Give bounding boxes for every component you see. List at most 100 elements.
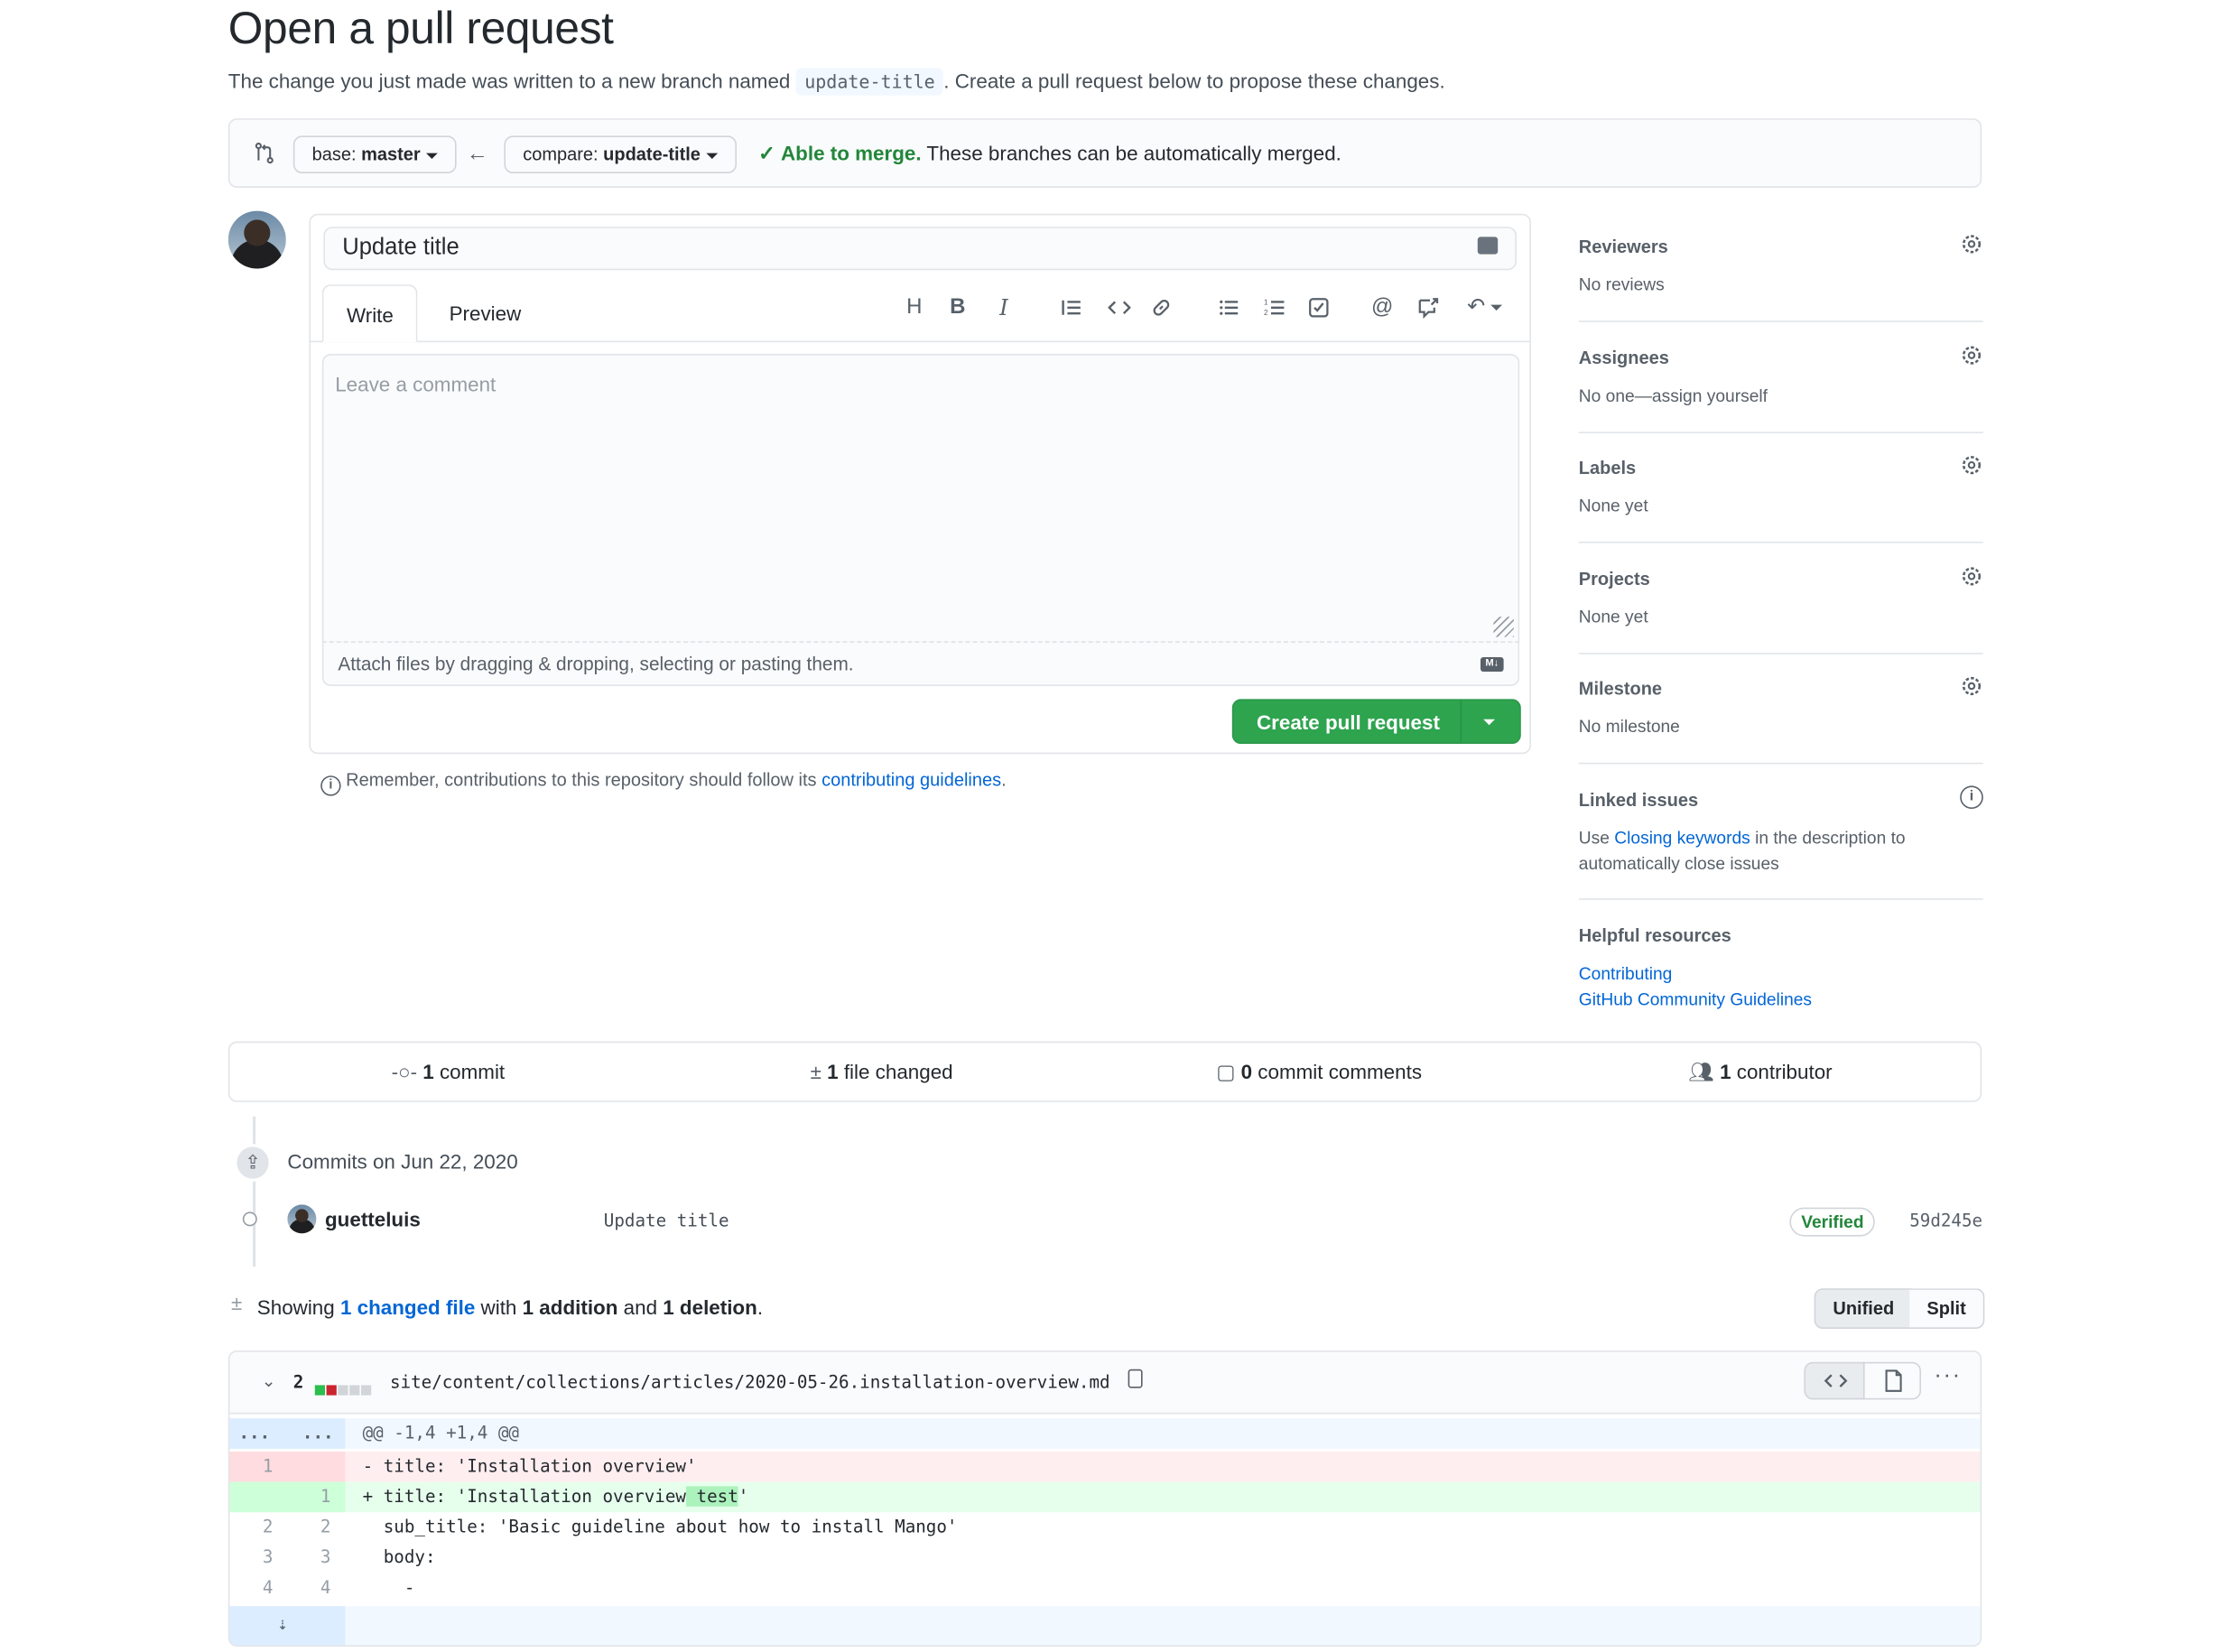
pr-stats-bar: -○- 1 commit ± 1 file changed ▢ 0 commit… bbox=[227, 1041, 1982, 1102]
commit-author[interactable]: guetteluis bbox=[325, 1208, 421, 1231]
expand-footer-row: ⇣ bbox=[229, 1606, 1981, 1646]
diff-line-addition: 1 + title: 'Installation overview test' bbox=[229, 1481, 1981, 1513]
info-icon[interactable]: i bbox=[1960, 785, 1983, 809]
task-list-icon[interactable] bbox=[1303, 293, 1334, 322]
file-path[interactable]: site/content/collections/articles/2020-0… bbox=[390, 1372, 1110, 1392]
clipboard-icon[interactable] bbox=[1128, 1369, 1143, 1388]
user-avatar[interactable] bbox=[227, 210, 286, 269]
diffstat-neutral bbox=[349, 1385, 360, 1396]
unified-view-button[interactable]: Unified bbox=[1814, 1288, 1913, 1329]
contributing-link[interactable]: Contributing bbox=[1579, 961, 1983, 987]
linked-issues-heading: Linked issues bbox=[1578, 790, 1699, 811]
comments-stat[interactable]: ▢ 0 commit comments bbox=[1216, 1060, 1422, 1084]
expand-down-icon[interactable]: ... bbox=[287, 1418, 334, 1449]
file-icon bbox=[1885, 1369, 1902, 1392]
bulleted-list-icon[interactable] bbox=[1213, 293, 1245, 322]
expand-up-icon[interactable]: ... bbox=[229, 1418, 271, 1449]
attach-files-bar[interactable]: Attach files by dragging & dropping, sel… bbox=[321, 641, 1520, 686]
bold-icon[interactable]: B bbox=[942, 293, 973, 322]
compare-label: compare: bbox=[523, 144, 604, 165]
sidebar-helpful-resources: Helpful resources Contributing GitHub Co… bbox=[1579, 926, 1983, 1013]
numbered-list-icon[interactable]: 12 bbox=[1259, 293, 1291, 322]
verified-badge[interactable]: Verified bbox=[1789, 1207, 1876, 1237]
closing-keywords-link[interactable]: Closing keywords bbox=[1614, 828, 1750, 848]
rich-view-button[interactable] bbox=[1863, 1361, 1921, 1400]
collapse-chevron-icon[interactable]: ⌄ bbox=[262, 1370, 276, 1390]
file-diff: ⌄ 2 site/content/collections/articles/20… bbox=[227, 1350, 1982, 1647]
quote-icon[interactable] bbox=[1056, 293, 1088, 322]
projects-value: None yet bbox=[1578, 607, 1648, 627]
commit-sha[interactable]: 59d245e bbox=[1909, 1211, 1982, 1230]
commit-message[interactable]: Update title bbox=[604, 1211, 729, 1230]
community-guidelines-link[interactable]: GitHub Community Guidelines bbox=[1579, 987, 1983, 1013]
chevron-down-icon bbox=[1483, 719, 1495, 726]
comment-textarea[interactable]: Leave a comment bbox=[321, 354, 1520, 643]
contributors-stat[interactable]: 👥︎ 1 contributor bbox=[1688, 1060, 1832, 1084]
gear-icon[interactable] bbox=[1960, 344, 1983, 367]
labels-value: None yet bbox=[1578, 495, 1648, 516]
gear-icon[interactable] bbox=[1960, 453, 1983, 477]
mention-icon[interactable]: @ bbox=[1367, 293, 1398, 322]
split-view-button[interactable]: Split bbox=[1909, 1288, 1985, 1329]
more-options-icon[interactable]: ··· bbox=[1934, 1363, 1961, 1389]
old-line-number[interactable]: 2 bbox=[229, 1512, 274, 1543]
new-line-number[interactable]: 1 bbox=[273, 1482, 331, 1513]
assignees-heading: Assignees bbox=[1578, 348, 1669, 368]
old-line-number[interactable]: 4 bbox=[229, 1573, 274, 1603]
cross-reference-icon[interactable] bbox=[1413, 293, 1444, 322]
new-line-number[interactable]: 3 bbox=[273, 1543, 331, 1573]
expand-down-icon[interactable]: ⇣ bbox=[277, 1609, 288, 1639]
compare-range-bar: base: master ← compare: update-title ✓ A… bbox=[227, 118, 1982, 188]
sidebar-labels[interactable]: Labels None yet bbox=[1578, 456, 1983, 518]
pr-title-input[interactable]: Update title bbox=[323, 227, 1517, 271]
new-line-number[interactable]: 2 bbox=[273, 1512, 331, 1543]
changed-files-link[interactable]: 1 changed file bbox=[340, 1295, 475, 1319]
commits-stat[interactable]: -○- 1 commit bbox=[392, 1060, 506, 1083]
sidebar-projects[interactable]: Projects None yet bbox=[1578, 567, 1983, 629]
commit-node-icon bbox=[242, 1211, 257, 1227]
new-line-number[interactable]: 4 bbox=[273, 1573, 331, 1603]
diff-summary: Showing 1 changed file with 1 addition a… bbox=[257, 1295, 763, 1319]
create-options-dropdown[interactable] bbox=[1460, 701, 1520, 743]
sidebar-divider bbox=[1578, 898, 1983, 900]
merge-status-message: These branches can be automatically merg… bbox=[921, 141, 1341, 165]
commit-icon: -○- bbox=[391, 1060, 418, 1083]
contributing-note: i Remember, contributions to this reposi… bbox=[320, 770, 1007, 796]
saved-replies-icon[interactable] bbox=[1477, 237, 1499, 255]
code-icon[interactable] bbox=[1103, 293, 1135, 322]
sidebar-assignees[interactable]: Assignees No one—assign yourself bbox=[1578, 346, 1983, 409]
change-count: 2 bbox=[292, 1372, 304, 1393]
link-icon[interactable] bbox=[1146, 293, 1177, 322]
gear-icon[interactable] bbox=[1960, 674, 1983, 698]
comment-placeholder: Leave a comment bbox=[335, 372, 497, 396]
compare-icon bbox=[253, 142, 276, 172]
gear-icon[interactable] bbox=[1960, 565, 1983, 589]
contributors-label: contributor bbox=[1731, 1060, 1833, 1083]
merge-status-label: Able to merge. bbox=[781, 141, 922, 165]
line-code: - title: 'Installation overview' bbox=[362, 1455, 697, 1477]
italic-icon[interactable]: I bbox=[988, 293, 1019, 322]
tab-preview[interactable]: Preview bbox=[426, 284, 544, 342]
author-avatar[interactable] bbox=[287, 1204, 317, 1234]
old-line-number[interactable]: 3 bbox=[229, 1543, 274, 1573]
reply-icon[interactable]: ↶ bbox=[1462, 293, 1508, 322]
base-branch-select[interactable]: base: master bbox=[292, 135, 457, 173]
contributing-guidelines-link[interactable]: contributing guidelines bbox=[821, 770, 1001, 790]
diffstat-bar bbox=[314, 1377, 372, 1403]
source-view-button[interactable] bbox=[1804, 1361, 1865, 1400]
old-line-number[interactable]: 1 bbox=[229, 1452, 274, 1482]
resize-handle-icon[interactable] bbox=[1493, 617, 1514, 637]
milestone-value: No milestone bbox=[1578, 716, 1680, 737]
create-pull-request-button[interactable]: Create pull request bbox=[1231, 699, 1521, 744]
sidebar-divider bbox=[1578, 320, 1983, 322]
resources-heading: Helpful resources bbox=[1578, 925, 1731, 946]
sidebar-milestone[interactable]: Milestone No milestone bbox=[1578, 676, 1983, 739]
sidebar-reviewers[interactable]: Reviewers No reviews bbox=[1579, 235, 1983, 297]
files-stat[interactable]: ± 1 file changed bbox=[811, 1060, 953, 1083]
compare-branch-select[interactable]: compare: update-title bbox=[504, 135, 737, 173]
heading-icon[interactable]: H bbox=[898, 293, 930, 322]
resources-links: Contributing GitHub Community Guidelines bbox=[1579, 961, 1983, 1013]
gear-icon[interactable] bbox=[1960, 233, 1983, 256]
files-label: file changed bbox=[838, 1060, 953, 1083]
tab-write[interactable]: Write bbox=[321, 284, 419, 343]
